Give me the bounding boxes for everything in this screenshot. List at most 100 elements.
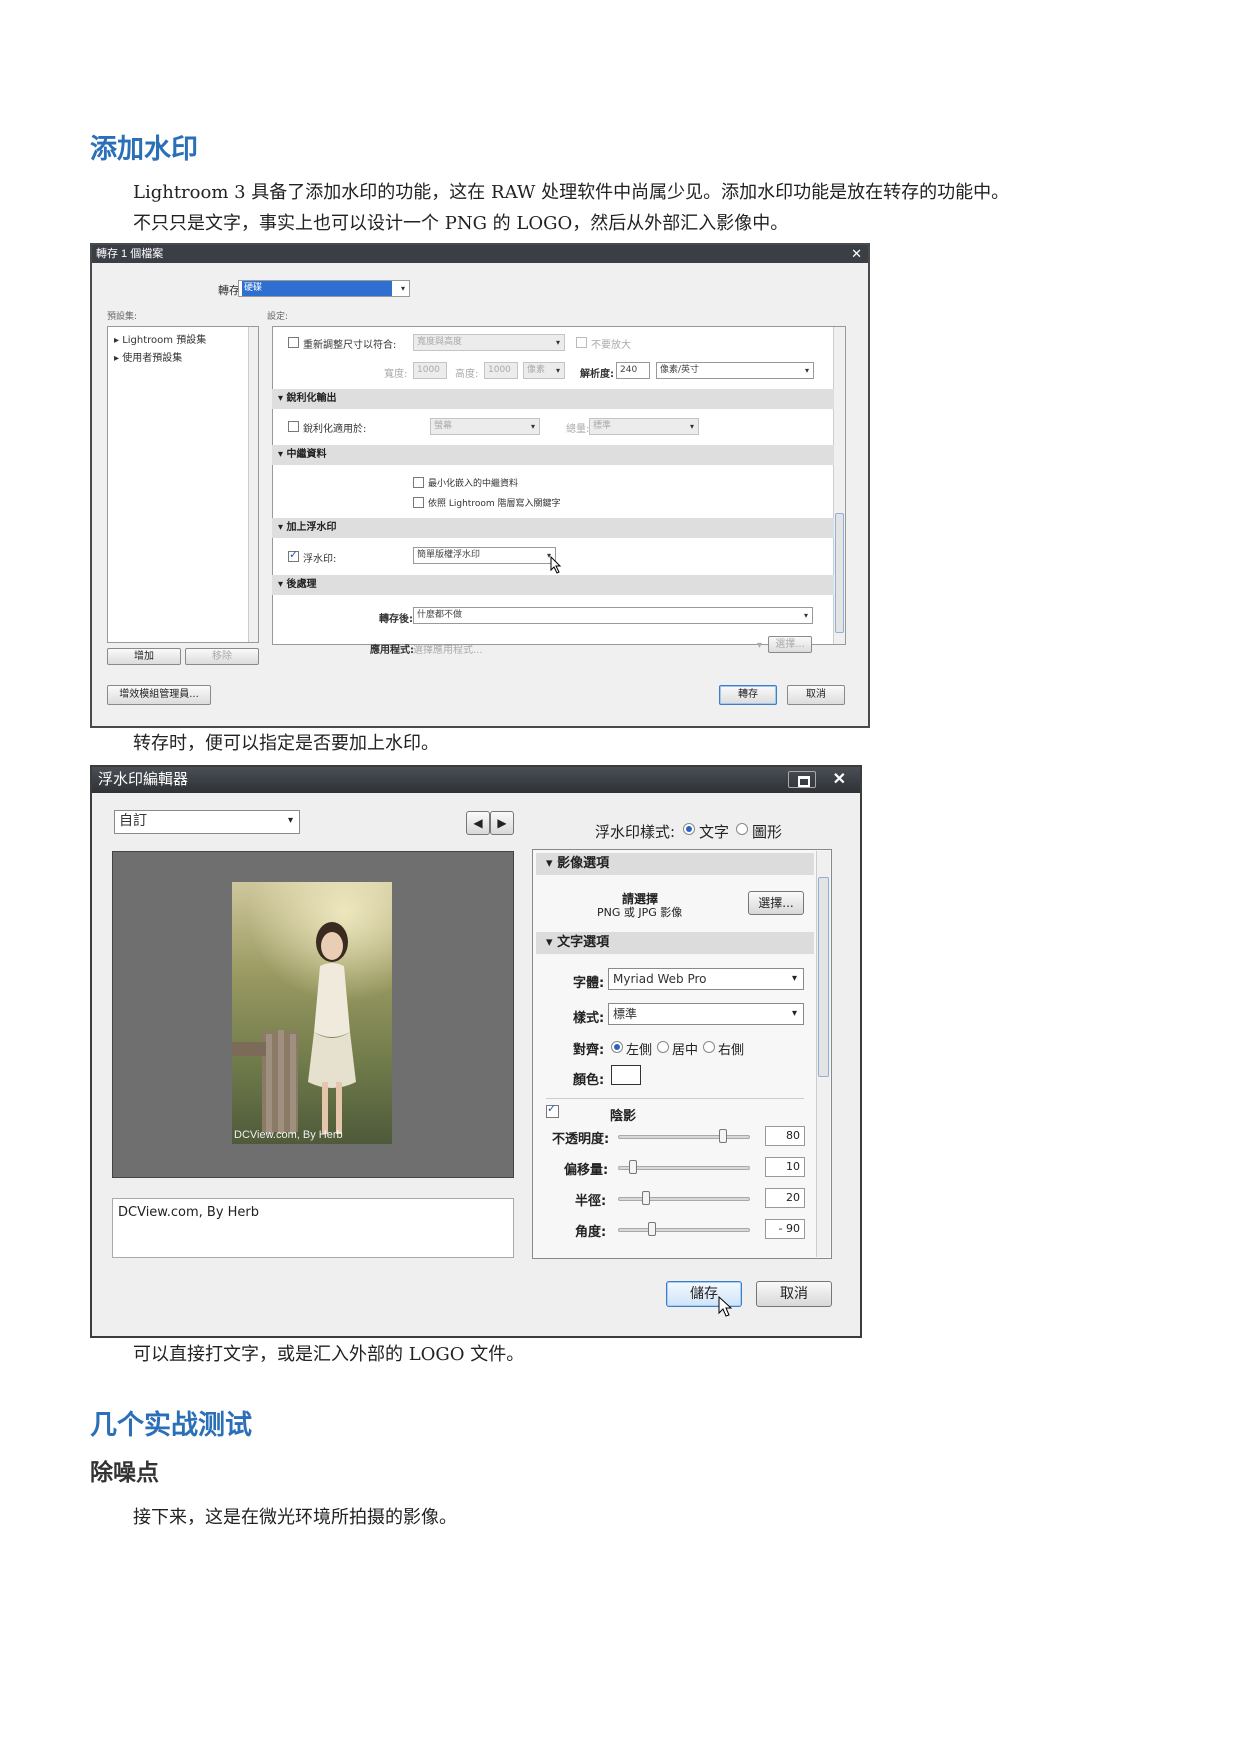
angle-slider[interactable]	[618, 1228, 750, 1232]
export-to-select[interactable]: 硬碟 ▾	[238, 280, 410, 297]
presets-list[interactable]: ▸ Lightroom 預設集 ▸ 使用者預設集	[107, 326, 259, 643]
style-text-radio[interactable]	[683, 823, 695, 835]
width-label: 寬度:	[384, 369, 408, 380]
align-left-radio[interactable]	[611, 1041, 623, 1053]
opacity-slider-handle[interactable]	[719, 1129, 727, 1143]
resize-label: 重新調整尺寸以符合:	[303, 340, 397, 351]
export-button[interactable]: 轉存	[719, 685, 777, 705]
watermark-label: 浮水印:	[303, 554, 337, 565]
offset-slider[interactable]	[618, 1166, 750, 1170]
amount-label: 總量:	[566, 424, 590, 435]
opacity-slider[interactable]	[618, 1135, 750, 1139]
resize-checkbox[interactable]	[288, 337, 299, 348]
section-image-options[interactable]: ▾ 影像選項	[536, 853, 814, 875]
offset-label: 偏移量:	[564, 1163, 609, 1178]
section-watermark[interactable]: ▾ 加上浮水印	[272, 518, 834, 538]
radius-input[interactable]: 20	[765, 1188, 805, 1208]
align-center-label: 居中	[672, 1043, 699, 1058]
sharpen-checkbox[interactable]	[288, 421, 299, 432]
chevron-down-icon: ▾	[555, 366, 560, 375]
radius-slider-handle[interactable]	[642, 1191, 650, 1205]
png-or-jpg-label: PNG 或 JPG 影像	[597, 906, 683, 919]
align-right-label: 右側	[718, 1043, 745, 1058]
angle-input[interactable]: - 90	[765, 1219, 805, 1239]
resolution-input[interactable]: 240	[616, 362, 650, 379]
caption-1: 转存时，便可以指定是否要加上水印。	[133, 733, 439, 754]
remove-preset-button[interactable]: 移除	[185, 648, 259, 665]
export-dialog-titlebar: 轉存 1 個檔案 ✕	[92, 245, 868, 263]
shadow-checkbox[interactable]	[546, 1102, 559, 1118]
preset-item-lightroom[interactable]: ▸ Lightroom 預設集	[114, 331, 206, 346]
offset-slider-handle[interactable]	[629, 1160, 637, 1174]
watermark-text-input[interactable]: DCView.com, By Herb	[112, 1198, 514, 1258]
radius-label: 半徑:	[575, 1194, 607, 1209]
settings-scrollbar[interactable]	[833, 327, 845, 644]
maximize-icon[interactable]	[788, 771, 816, 788]
write-keywords-label: 依照 Lightroom 階層寫入關鍵字	[428, 499, 561, 509]
opacity-input[interactable]: 80	[765, 1126, 805, 1146]
height-input[interactable]: 1000	[484, 362, 518, 379]
section-metadata[interactable]: ▾ 中繼資料	[272, 445, 834, 465]
offset-input[interactable]: 10	[765, 1157, 805, 1177]
presets-label: 預設集:	[107, 312, 138, 322]
align-right-radio[interactable]	[703, 1041, 715, 1053]
style-text-label: 文字	[699, 823, 730, 841]
align-label: 對齊:	[573, 1043, 605, 1058]
watermark-select[interactable]: 簡單版權浮水印 ▾	[413, 547, 556, 564]
next-arrow-icon[interactable]: ▶	[490, 811, 514, 835]
settings-label: 設定:	[267, 312, 289, 322]
dont-enlarge-checkbox[interactable]	[576, 337, 587, 348]
write-keywords-checkbox[interactable]	[413, 497, 424, 508]
watermark-editor-titlebar: 浮水印編輯器 ✕	[92, 767, 860, 793]
mouse-cursor-icon	[550, 556, 562, 574]
export-to-value: 硬碟	[242, 281, 392, 296]
amount-select[interactable]: 標準 ▾	[589, 418, 699, 435]
close-icon[interactable]: ✕	[851, 245, 862, 263]
previous-arrow-icon[interactable]: ◀	[466, 811, 490, 835]
options-scrollbar[interactable]	[816, 851, 830, 1257]
angle-slider-handle[interactable]	[648, 1222, 656, 1236]
section-text-options[interactable]: ▾ 文字選項	[536, 932, 814, 954]
font-select[interactable]: Myriad Web Pro ▾	[608, 968, 804, 990]
align-center-radio[interactable]	[657, 1041, 669, 1053]
preset-item-user[interactable]: ▸ 使用者預設集	[114, 349, 182, 364]
watermark-checkbox[interactable]	[288, 548, 299, 562]
resize-select[interactable]: 寬度與高度 ▾	[413, 334, 565, 351]
choose-image-button[interactable]: 選擇...	[748, 891, 804, 915]
width-input[interactable]: 1000	[413, 362, 447, 379]
preset-select[interactable]: 自訂 ▾	[114, 810, 300, 834]
section-sharpen[interactable]: ▾ 銳利化輸出	[272, 389, 834, 409]
unit-select[interactable]: 像素 ▾	[523, 362, 565, 379]
after-export-select[interactable]: 什麼都不做 ▾	[413, 607, 813, 624]
cancel-button[interactable]: 取消	[756, 1281, 832, 1307]
color-label: 顏色:	[573, 1073, 605, 1088]
choose-application-button[interactable]: 選擇...	[768, 636, 812, 653]
section-post-processing[interactable]: ▾ 後處理	[272, 575, 834, 595]
chevron-down-icon: ▾	[400, 284, 405, 293]
presets-scrollbar[interactable]	[248, 327, 258, 642]
sharpen-for-select[interactable]: 螢幕 ▾	[430, 418, 540, 435]
plugin-manager-button[interactable]: 增效模組管理員...	[107, 685, 211, 705]
style-select[interactable]: 標準 ▾	[608, 1003, 804, 1025]
cancel-button[interactable]: 取消	[787, 685, 845, 705]
resolution-label: 解析度:	[580, 369, 614, 380]
res-unit-select[interactable]: 像素/英寸 ▾	[656, 362, 814, 379]
dont-enlarge-label: 不要放大	[591, 340, 631, 351]
scrollbar-thumb[interactable]	[835, 513, 844, 633]
add-preset-button[interactable]: 增加	[107, 648, 181, 665]
color-swatch[interactable]	[611, 1065, 641, 1085]
application-label: 應用程式:	[370, 645, 414, 656]
chevron-down-icon: ▾	[804, 366, 809, 375]
chevron-down-icon: ▾	[757, 640, 763, 651]
heading-practical-tests: 几个实战测试	[90, 1410, 252, 1441]
height-label: 高度:	[455, 369, 479, 380]
divider	[546, 1098, 804, 1099]
scrollbar-thumb[interactable]	[818, 877, 829, 1077]
radius-slider[interactable]	[618, 1197, 750, 1201]
chevron-down-icon: ▾	[555, 338, 560, 347]
heading-noise-reduction: 除噪点	[90, 1459, 159, 1486]
style-graphic-radio[interactable]	[736, 823, 748, 835]
minimize-metadata-checkbox[interactable]	[413, 477, 424, 488]
close-icon[interactable]: ✕	[833, 767, 846, 793]
angle-label: 角度:	[575, 1225, 607, 1240]
